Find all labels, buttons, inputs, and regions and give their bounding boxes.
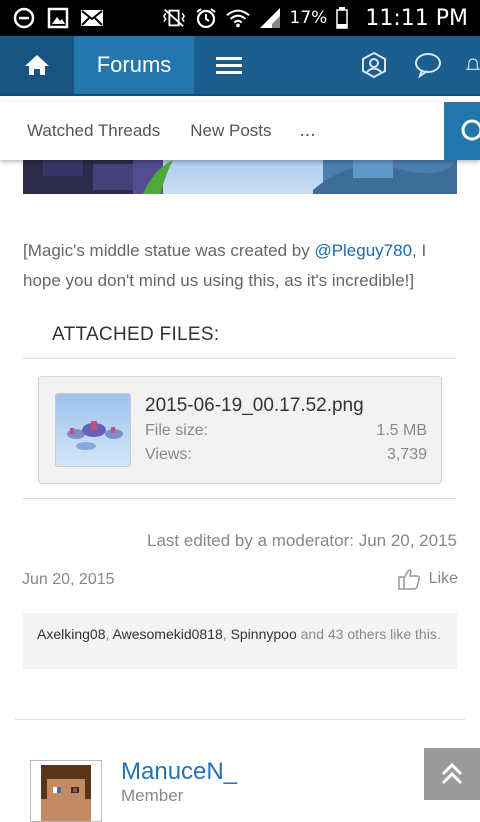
home-icon — [25, 55, 49, 75]
account-button[interactable] — [358, 49, 390, 81]
file-size-row: File size: 1.5 MB — [145, 422, 427, 440]
like-button[interactable]: Like — [397, 568, 458, 590]
status-bar: 17% 11:11 PM — [0, 0, 480, 36]
separator: , — [222, 626, 231, 642]
liker-link[interactable]: Awesomekid0818 — [113, 626, 223, 642]
scroll-to-top-button[interactable] — [424, 748, 480, 800]
views-value: 3,739 — [386, 446, 427, 463]
post-divider — [15, 719, 465, 720]
tab-more[interactable]: ... — [300, 121, 316, 141]
divider — [23, 358, 456, 359]
separator: , — [105, 626, 113, 642]
mail-icon — [80, 6, 104, 30]
attached-files-heading: ATTACHED FILES: — [52, 324, 220, 345]
battery-percent: 17% — [289, 8, 328, 28]
tab-watched-threads[interactable]: Watched Threads — [27, 121, 160, 141]
caption-text: [Magic's middle statue was created by — [23, 241, 315, 260]
last-edited-note: Last edited by a moderator: Jun 20, 2015 — [147, 531, 457, 550]
liker-link[interactable]: Spinnypoo — [231, 626, 297, 642]
attachment-filename[interactable]: 2015-06-19_00.17.52.png — [145, 395, 364, 417]
divider — [23, 498, 456, 499]
minus-circle-icon — [12, 6, 36, 30]
attachment-card[interactable]: 2015-06-19_00.17.52.png File size: 1.5 M… — [38, 376, 442, 484]
search-button[interactable] — [444, 102, 480, 160]
chat-icon — [415, 53, 441, 78]
home-button[interactable] — [0, 36, 74, 94]
account-icon — [362, 51, 386, 79]
attachment-thumbnail[interactable] — [55, 393, 131, 467]
top-nav-bar: Forums — [0, 36, 480, 96]
views-row: Views: 3,739 — [145, 446, 427, 464]
menu-button[interactable] — [194, 36, 264, 94]
tab-new-posts[interactable]: New Posts — [190, 121, 271, 141]
sub-navigation-tabs: Watched Threads New Posts ... — [0, 102, 480, 160]
signal-icon — [258, 6, 282, 30]
username-link[interactable]: ManuceN_ — [121, 758, 237, 786]
search-icon — [461, 119, 480, 141]
clock-time: 11:11 PM — [365, 5, 468, 31]
battery-icon — [335, 6, 349, 30]
menu-icon — [216, 57, 242, 74]
likes-text: Axelking08, Awesomekid0818, Spinnypoo an… — [37, 625, 447, 643]
post-caption: [Magic's middle statue was created by @P… — [23, 236, 463, 296]
forums-tab[interactable]: Forums — [74, 36, 194, 94]
conversations-button[interactable] — [412, 49, 444, 81]
thumbs-up-icon — [397, 569, 420, 590]
alarm-icon — [194, 6, 218, 30]
forums-title: Forums — [96, 52, 172, 77]
file-size-value: 1.5 MB — [376, 422, 427, 439]
like-label: Like — [428, 570, 458, 587]
post-date[interactable]: Jun 20, 2015 — [22, 571, 115, 589]
views-label: Views: — [145, 446, 192, 463]
mention-link[interactable]: @Pleguy780 — [314, 241, 412, 260]
liker-link[interactable]: Axelking08 — [37, 626, 106, 642]
file-size-label: File size: — [145, 422, 209, 439]
image-icon — [46, 6, 70, 30]
avatar[interactable] — [30, 760, 102, 822]
likes-summary: Axelking08, Awesomekid0818, Spinnypoo an… — [23, 613, 457, 669]
double-chevron-up-icon — [441, 762, 463, 785]
vibrate-icon — [162, 6, 186, 30]
wifi-icon — [225, 6, 250, 30]
bell-icon — [466, 58, 480, 70]
alerts-button[interactable] — [466, 49, 480, 81]
likes-others[interactable]: and 43 others like this. — [297, 626, 441, 642]
user-role: Member — [121, 786, 184, 805]
